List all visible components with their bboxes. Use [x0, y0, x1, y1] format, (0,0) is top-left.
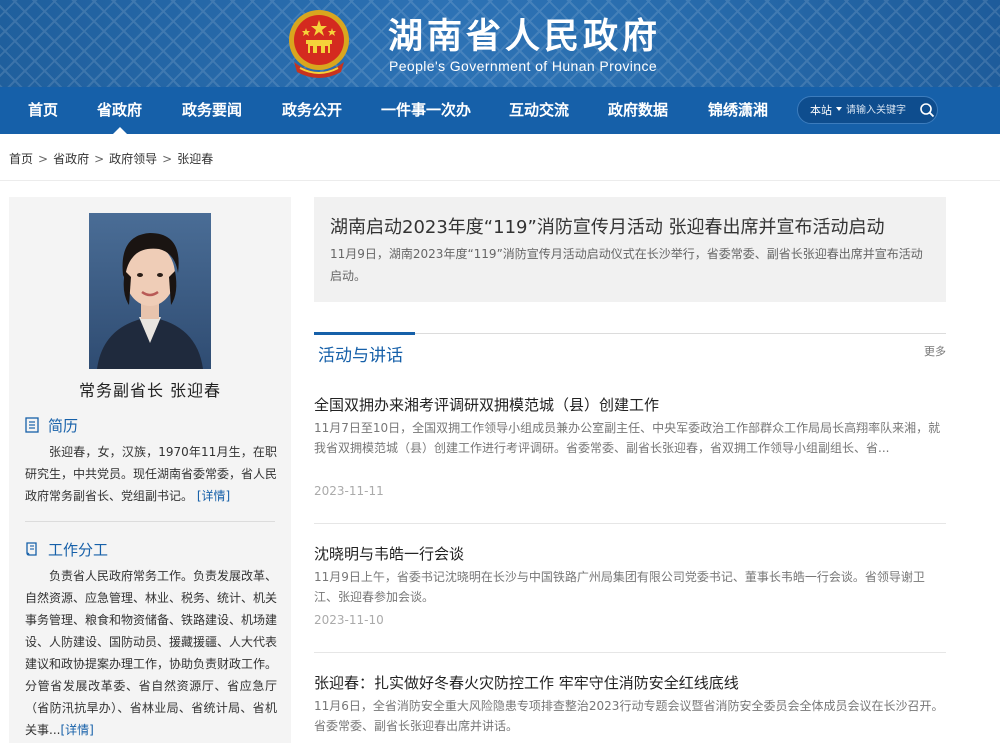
site-header: 湖南省人民政府 People's Government of Hunan Pro… — [0, 0, 1000, 87]
nav-item-province-gov[interactable]: 省政府 — [97, 87, 142, 134]
document-icon — [25, 417, 39, 433]
national-emblem-icon — [289, 10, 349, 78]
duty-heading-label: 工作分工 — [48, 541, 109, 559]
nav-item-interaction[interactable]: 互动交流 — [509, 87, 569, 134]
featured-title[interactable]: 湖南启动2023年度“119”消防宣传月活动 张迎春出席并宣布活动启动 — [330, 213, 885, 239]
scroll-icon — [26, 542, 37, 556]
nav-item-home[interactable]: 首页 — [28, 87, 58, 134]
featured-summary: 11月9日，湖南2023年度“119”消防宣传月活动启动仪式在长沙举行，省委常委… — [330, 247, 923, 283]
profile-sidebar: 常务副省长 张迎春 简历 张迎春，女，汉族，1970年11月生，在职研究生，中共… — [9, 197, 291, 743]
featured-article[interactable]: 湖南启动2023年度“119”消防宣传月活动 张迎春出席并宣布活动启动 11月9… — [314, 197, 946, 302]
site-title: 湖南省人民政府 — [388, 17, 662, 57]
divider — [0, 180, 1000, 181]
duties-body: 负责省人民政府常务工作。负责发展改革、自然资源、应急管理、林业、税务、统计、机关… — [25, 569, 278, 737]
leader-name-title: 常务副省长 张迎春 — [78, 381, 222, 400]
bio-text: 张迎春，女，汉族，1970年11月生，在职研究生，中共党员。现任湖南省委常委，省… — [25, 441, 277, 507]
breadcrumb: 首页 > 省政府 > 政府领导 > 张迎春 — [9, 150, 213, 167]
search-scope-select[interactable]: 本站 — [810, 102, 832, 118]
section-title: 活动与讲话 — [318, 346, 403, 366]
nav-item-news[interactable]: 政务要闻 — [182, 87, 242, 134]
news-summary: 11月6日，全省消防安全重大风险隐患专项排查整治2023行动专题会议暨省消防安全… — [314, 699, 944, 733]
news-date: 2023-11-10 — [314, 613, 384, 627]
search-input[interactable] — [846, 101, 916, 119]
search-icon[interactable] — [919, 102, 935, 118]
nav-item-gov-data[interactable]: 政府数据 — [608, 87, 668, 134]
more-link[interactable]: 更多 — [924, 343, 946, 359]
news-title[interactable]: 张迎春：扎实做好冬春火灾防控工作 牢牢守住消防安全红线底线 — [314, 672, 739, 693]
divider — [314, 523, 946, 524]
news-title[interactable]: 全国双拥办来湘考评调研双拥模范城（县）创建工作 — [314, 394, 659, 415]
breadcrumb-home[interactable]: 首页 — [9, 150, 33, 167]
duties-detail-link[interactable]: [详情] — [60, 723, 93, 737]
list-item: 沈晓明与韦皓一行会谈 11月9日上午，省委书记沈晓明在长沙与中国铁路广州局集团有… — [314, 543, 946, 633]
nav-item-disclosure[interactable]: 政务公开 — [282, 87, 342, 134]
news-title[interactable]: 沈晓明与韦皓一行会谈 — [314, 543, 464, 564]
breadcrumb-current: 张迎春 — [177, 152, 214, 166]
news-date: 2023-11-11 — [314, 484, 384, 498]
nav-item-scenery[interactable]: 锦绣潇湘 — [708, 87, 768, 134]
breadcrumb-province-gov[interactable]: 省政府 — [53, 150, 89, 167]
duties-text: 负责省人民政府常务工作。负责发展改革、自然资源、应急管理、林业、税务、统计、机关… — [25, 565, 277, 741]
nav-item-one-thing[interactable]: 一件事一次办 — [381, 87, 471, 134]
breadcrumb-separator: > — [162, 152, 173, 166]
search-box: 本站 — [797, 96, 938, 124]
section-accent-bar — [314, 332, 415, 335]
bio-heading-label: 简历 — [48, 417, 79, 435]
list-item: 张迎春：扎实做好冬春火灾防控工作 牢牢守住消防安全红线底线 11月6日，全省消防… — [314, 672, 946, 743]
bio-detail-link[interactable]: [详情] — [197, 489, 230, 503]
bio-body: 张迎春，女，汉族，1970年11月生，在职研究生，中共党员。现任湖南省委常委，省… — [25, 445, 278, 503]
divider — [25, 521, 275, 522]
breadcrumb-separator: > — [38, 152, 49, 166]
list-item: 全国双拥办来湘考评调研双拥模范城（县）创建工作 11月7日至10日，全国双拥工作… — [314, 394, 946, 504]
breadcrumb-separator: > — [94, 152, 105, 166]
chevron-down-icon[interactable] — [836, 107, 842, 111]
site-subtitle: People's Government of Hunan Province — [389, 58, 658, 74]
divider — [314, 652, 946, 653]
breadcrumb-leaders[interactable]: 政府领导 — [109, 150, 157, 167]
news-summary: 11月7日至10日，全国双拥工作领导小组成员兼办公室副主任、中央军委政治工作部群… — [314, 421, 941, 455]
leader-portrait — [89, 213, 211, 369]
news-summary: 11月9日上午，省委书记沈晓明在长沙与中国铁路广州局集团有限公司党委书记、董事长… — [314, 570, 925, 604]
